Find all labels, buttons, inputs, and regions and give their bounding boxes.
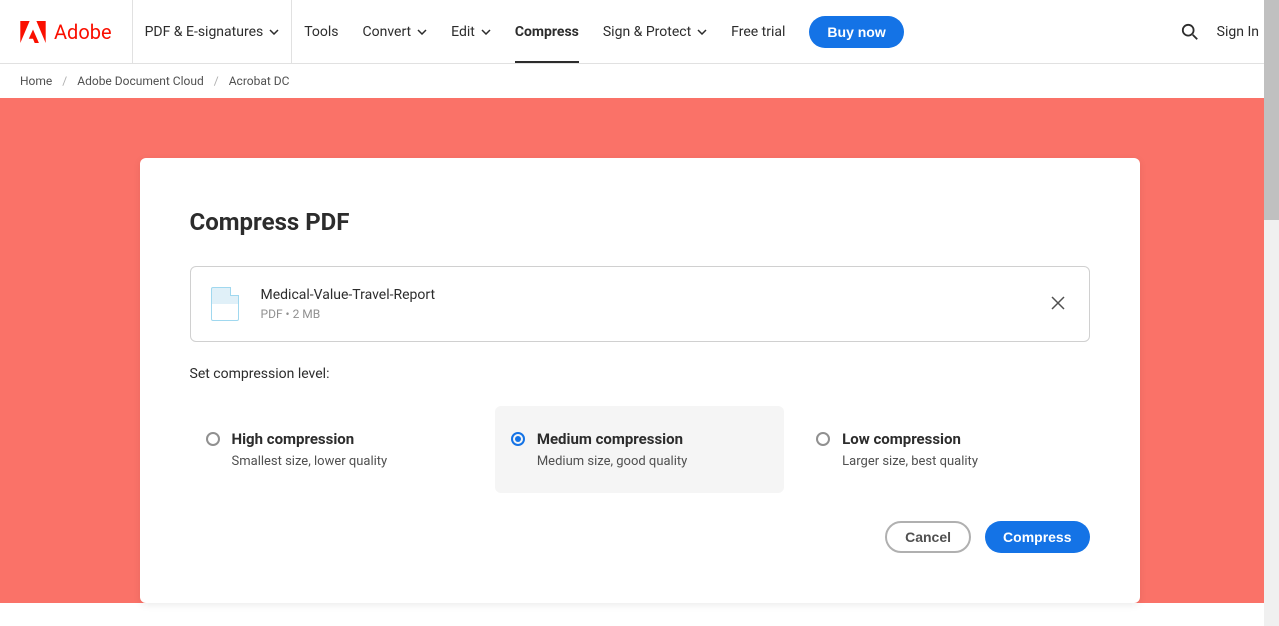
chevron-down-icon (269, 29, 279, 35)
nav-label: Tools (304, 24, 338, 40)
nav-label: Free trial (731, 24, 785, 40)
sign-in-link[interactable]: Sign In (1217, 24, 1259, 40)
option-desc: Larger size, best quality (842, 454, 1073, 469)
nav-label: PDF & E-signatures (145, 24, 264, 40)
nav-pdf-esignatures[interactable]: PDF & E-signatures (133, 0, 293, 63)
adobe-logo-icon (20, 21, 46, 43)
compress-button[interactable]: Compress (985, 521, 1089, 553)
nav-sign-protect[interactable]: Sign & Protect (591, 0, 719, 63)
nav-free-trial[interactable]: Free trial (719, 0, 797, 63)
nav-label: Sign & Protect (603, 24, 691, 40)
compression-level-label: Set compression level: (190, 366, 1090, 382)
header: Adobe PDF & E-signatures Tools Convert E… (0, 0, 1279, 64)
nav-label: Convert (363, 24, 412, 40)
radio-medium (511, 432, 525, 446)
nav-label: Edit (451, 24, 475, 40)
main-area: Compress PDF Medical-Value-Travel-Report… (0, 98, 1279, 603)
nav-compress[interactable]: Compress (503, 0, 591, 63)
card-actions: Cancel Compress (190, 521, 1090, 553)
scrollbar-thumb[interactable] (1264, 0, 1279, 220)
radio-high (206, 432, 220, 446)
option-desc: Medium size, good quality (537, 454, 768, 469)
cancel-button[interactable]: Cancel (885, 521, 971, 553)
scrollbar[interactable] (1264, 0, 1279, 626)
chevron-down-icon (697, 29, 707, 35)
brand-text: Adobe (54, 20, 112, 44)
compression-option-low[interactable]: Low compression Larger size, best qualit… (800, 406, 1089, 493)
nav-convert[interactable]: Convert (351, 0, 440, 63)
close-icon (1051, 296, 1065, 310)
option-title: Low compression (842, 430, 1073, 448)
file-meta: PDF • 2 MB (261, 307, 1047, 321)
nav-menu: PDF & E-signatures Tools Convert Edit Co… (133, 0, 904, 63)
file-box: Medical-Value-Travel-Report PDF • 2 MB (190, 266, 1090, 342)
chevron-down-icon (481, 29, 491, 35)
file-name: Medical-Value-Travel-Report (261, 287, 1047, 303)
breadcrumb-separator: / (214, 74, 219, 88)
nav-tools[interactable]: Tools (292, 0, 350, 63)
chevron-down-icon (417, 29, 427, 35)
buy-now-button[interactable]: Buy now (809, 16, 903, 48)
compression-option-medium[interactable]: Medium compression Medium size, good qua… (495, 406, 784, 493)
remove-file-button[interactable] (1047, 290, 1069, 319)
pdf-file-icon (211, 287, 239, 321)
breadcrumb-home[interactable]: Home (20, 74, 52, 88)
nav-label: Compress (515, 24, 579, 40)
file-info: Medical-Value-Travel-Report PDF • 2 MB (261, 287, 1047, 321)
card-title: Compress PDF (190, 208, 1090, 236)
breadcrumb-doc-cloud[interactable]: Adobe Document Cloud (77, 74, 204, 88)
option-desc: Smallest size, lower quality (232, 454, 463, 469)
logo-section[interactable]: Adobe (20, 0, 133, 63)
breadcrumbs: Home / Adobe Document Cloud / Acrobat DC (0, 64, 1279, 98)
compression-option-high[interactable]: High compression Smallest size, lower qu… (190, 406, 479, 493)
breadcrumb-acrobat: Acrobat DC (229, 74, 290, 88)
compress-card: Compress PDF Medical-Value-Travel-Report… (140, 158, 1140, 603)
option-title: High compression (232, 430, 463, 448)
compression-options: High compression Smallest size, lower qu… (190, 406, 1090, 493)
option-title: Medium compression (537, 430, 768, 448)
breadcrumb-separator: / (62, 74, 67, 88)
header-right: Sign In (1181, 23, 1259, 41)
nav-edit[interactable]: Edit (439, 0, 503, 63)
radio-low (816, 432, 830, 446)
search-icon[interactable] (1181, 23, 1199, 41)
